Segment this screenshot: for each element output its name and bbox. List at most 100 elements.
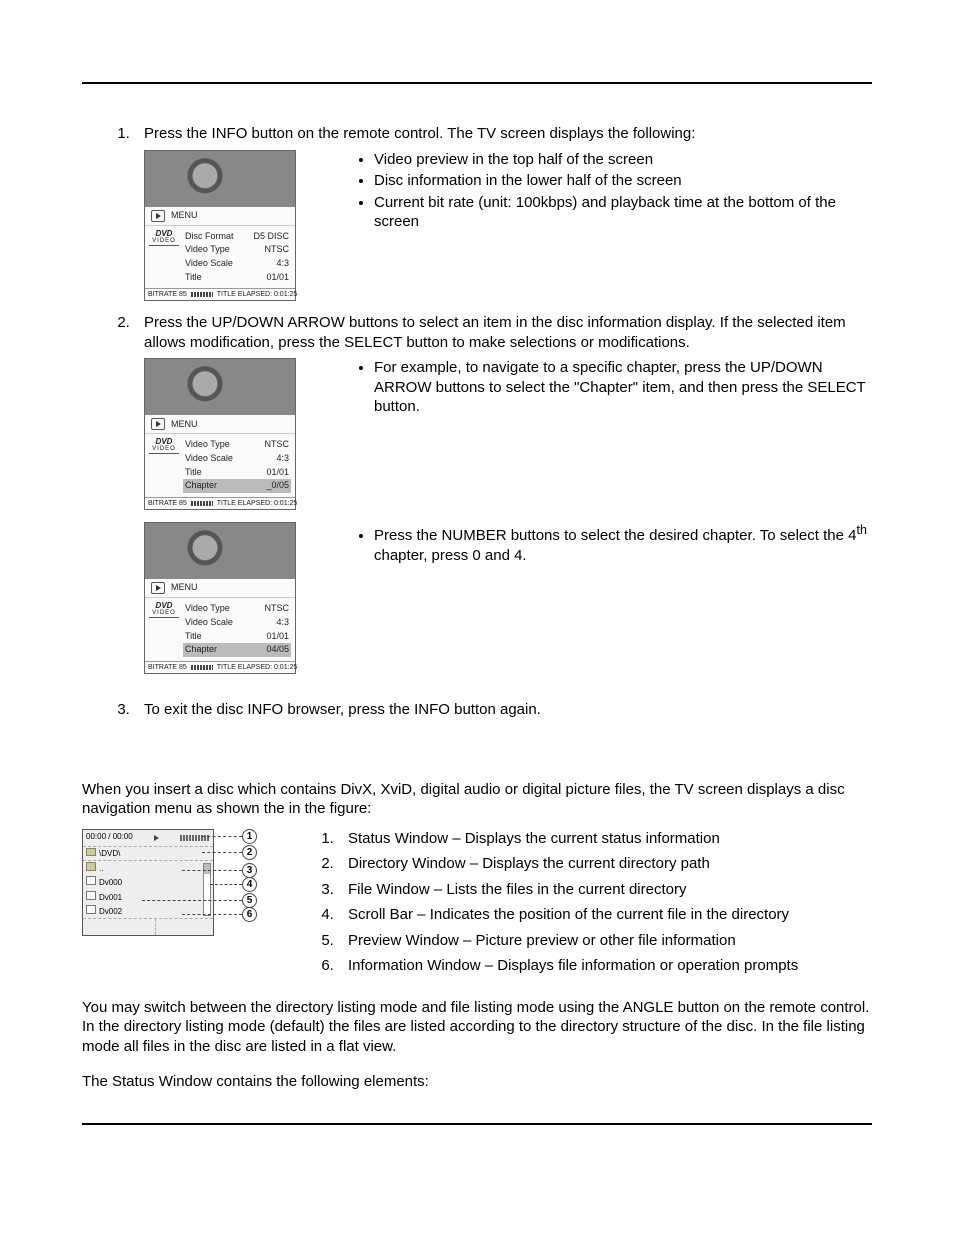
- callout-num: 3: [242, 863, 257, 878]
- file-icon: [86, 876, 96, 885]
- bar-left: BITRATE 85: [148, 290, 187, 299]
- nav-item: Information Window – Displays file infor…: [338, 956, 872, 976]
- t: chapter, press 0 and 4.: [374, 547, 527, 564]
- menu-label: MENU: [171, 582, 198, 594]
- k: Chapter: [185, 480, 217, 492]
- nav-item: Directory Window – Displays the current …: [338, 854, 872, 874]
- k: Disc Format: [185, 231, 234, 243]
- bullet: Press the NUMBER buttons to select the d…: [374, 522, 872, 565]
- info-screenshot-1: MENU DVD VIDEO Disc Format D5 DISC Video …: [144, 150, 296, 302]
- v: _0/05: [266, 480, 289, 492]
- v: 4:3: [276, 617, 289, 629]
- callout-6: 6: [182, 907, 257, 922]
- nav-item: Scroll Bar – Indicates the position of t…: [338, 905, 872, 925]
- nav-figure: 00:00 / 00:00 \DVD\ .. Dv000 Dv001 Dv002: [82, 829, 282, 921]
- meter-icon: [191, 501, 213, 506]
- step-2-figure-b: MENU DVDVIDEO Video Type NTSC Video Scale…: [144, 522, 324, 680]
- kv-table: Disc FormatD5 DISC Video TypeNTSC Video …: [183, 230, 291, 285]
- para-status: The Status Window contains the following…: [82, 1072, 872, 1092]
- dvd-logo: DVDVIDEO: [149, 602, 179, 657]
- k: Video Type: [185, 439, 230, 451]
- bar-left: BITRATE 85: [148, 499, 187, 508]
- sup: th: [856, 523, 866, 537]
- play-icon: [151, 582, 165, 594]
- k: Title: [185, 467, 202, 479]
- v: 01/01: [266, 631, 289, 643]
- file-icon: [86, 891, 96, 900]
- callout-num: 1: [242, 829, 257, 844]
- dvd-logo: DVDVIDEO: [149, 438, 179, 493]
- file-name: Dv000: [99, 878, 122, 887]
- video-preview: [145, 359, 295, 415]
- page: Press the INFO button on the remote cont…: [0, 0, 954, 1235]
- step-1-bullets: Video preview in the top half of the scr…: [354, 150, 872, 234]
- preview-window: [83, 919, 156, 935]
- file-icon: [86, 905, 96, 914]
- callout-4: 4: [210, 877, 257, 892]
- bar-right: TITLE ELAPSED: 0:01:25: [217, 290, 298, 299]
- dir-path: \DVD\: [99, 849, 120, 858]
- file-name: Dv001: [99, 893, 122, 902]
- nav-item: File Window – Lists the files in the cur…: [338, 880, 872, 900]
- nav-list: Status Window – Displays the current sta…: [312, 829, 872, 982]
- callout-num: 4: [242, 877, 257, 892]
- step-2-text: Press the UP/DOWN ARROW buttons to selec…: [144, 314, 846, 351]
- callout-1: 1: [202, 829, 257, 844]
- nav-intro: When you insert a disc which contains Di…: [82, 780, 872, 819]
- k: Video Type: [185, 244, 230, 256]
- header-rule: [82, 82, 872, 84]
- callout-5: 5: [142, 893, 257, 908]
- k: Title: [185, 631, 202, 643]
- file-name: Dv002: [99, 907, 122, 916]
- menu-label: MENU: [171, 419, 198, 431]
- v: D5 DISC: [253, 231, 289, 243]
- v: NTSC: [265, 603, 290, 615]
- bar-left: BITRATE 85: [148, 663, 187, 672]
- v: 4:3: [276, 453, 289, 465]
- k: Video Scale: [185, 617, 233, 629]
- info-screenshot-2b: MENU DVDVIDEO Video Type NTSC Video Scale…: [144, 522, 296, 674]
- nav-item: Preview Window – Picture preview or othe…: [338, 931, 872, 951]
- v: 04/05: [266, 644, 289, 656]
- nav-screenshot: 00:00 / 00:00 \DVD\ .. Dv000 Dv001 Dv002: [82, 829, 262, 921]
- logo-main: DVD: [156, 437, 173, 446]
- callout-2: 2: [202, 845, 257, 860]
- t: Press the NUMBER buttons to select the d…: [374, 527, 856, 544]
- video-preview: [145, 151, 295, 207]
- footer-rule: [82, 1123, 872, 1125]
- step-2: Press the UP/DOWN ARROW buttons to selec…: [134, 313, 872, 680]
- nav-row: 00:00 / 00:00 \DVD\ .. Dv000 Dv001 Dv002: [82, 829, 872, 982]
- step-3-text: To exit the disc INFO browser, press the…: [144, 701, 541, 718]
- step-1-row: MENU DVD VIDEO Disc Format D5 DISC Video …: [144, 150, 872, 308]
- information-window: [156, 919, 214, 935]
- menu-label: MENU: [171, 210, 198, 222]
- play-status-icon: [154, 835, 159, 841]
- info-area: DVD VIDEO Disc FormatD5 DISC Video TypeN…: [145, 226, 295, 289]
- v: NTSC: [265, 439, 290, 451]
- bullet: Current bit rate (unit: 100kbps) and pla…: [374, 193, 872, 232]
- v: 01/01: [266, 467, 289, 479]
- dvd-logo: DVD VIDEO: [149, 230, 179, 285]
- info-screenshot-2a: MENU DVDVIDEO Video TypeNTSC Video Scale…: [144, 358, 296, 510]
- step-2-row-b: MENU DVDVIDEO Video Type NTSC Video Scale…: [144, 522, 872, 680]
- main-steps-list: Press the INFO button on the remote cont…: [82, 124, 872, 720]
- callout-num: 2: [242, 845, 257, 860]
- callout-num: 6: [242, 907, 257, 922]
- logo-main: DVD: [156, 229, 173, 238]
- logo-sub: VIDEO: [149, 610, 179, 618]
- meter-icon: [191, 665, 213, 670]
- status-window: 00:00 / 00:00: [83, 830, 213, 847]
- nav-item: Status Window – Displays the current sta…: [338, 829, 872, 849]
- step-2-figure-a: MENU DVDVIDEO Video TypeNTSC Video Scale…: [144, 358, 324, 516]
- step-2-row-a: MENU DVDVIDEO Video TypeNTSC Video Scale…: [144, 358, 872, 516]
- logo-sub: VIDEO: [149, 238, 179, 246]
- file-name: ..: [99, 864, 103, 873]
- callout-num: 5: [242, 893, 257, 908]
- k: Video Type: [185, 603, 230, 615]
- bar-right: TITLE ELAPSED: 0:01:25: [217, 663, 298, 672]
- callout-3: 3: [182, 863, 257, 878]
- step-1-text: Press the INFO button on the remote cont…: [144, 125, 695, 142]
- play-icon: [151, 418, 165, 430]
- bullet: For example, to navigate to a specific c…: [374, 358, 872, 417]
- meter-icon: [191, 292, 213, 297]
